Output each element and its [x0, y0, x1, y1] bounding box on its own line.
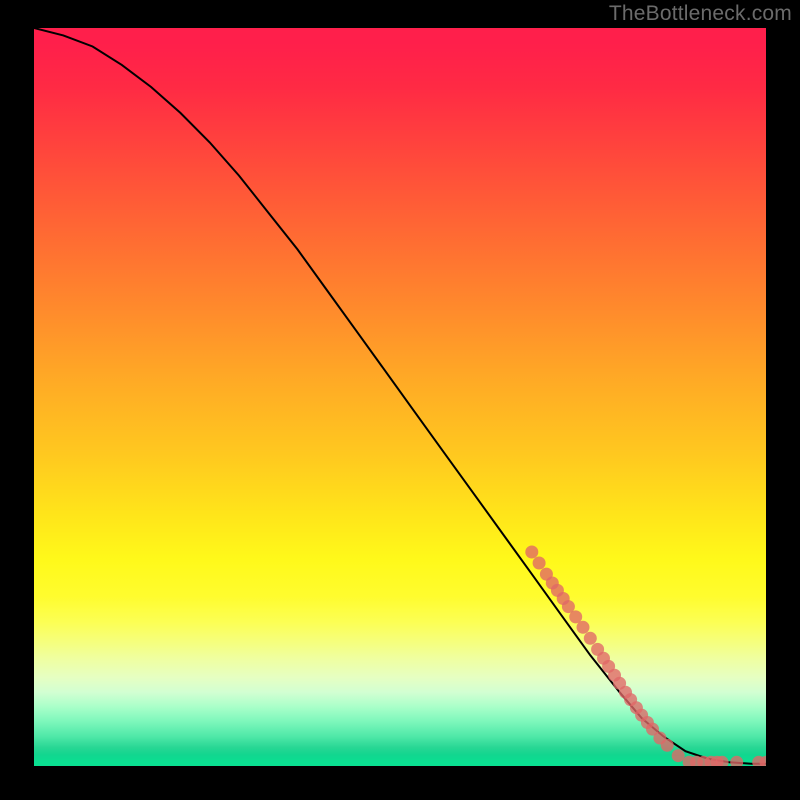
- data-point: [584, 632, 597, 645]
- data-point: [577, 621, 590, 634]
- data-point: [661, 739, 674, 752]
- chart-frame: TheBottleneck.com: [0, 0, 800, 800]
- plot-area: [34, 28, 766, 766]
- data-point: [533, 557, 546, 570]
- data-points-group: [525, 546, 766, 767]
- watermark-label: TheBottleneck.com: [609, 2, 792, 26]
- bottleneck-curve: [34, 28, 766, 764]
- data-point: [672, 749, 685, 762]
- data-point: [730, 756, 743, 766]
- data-point: [525, 546, 538, 559]
- chart-overlay: [34, 28, 766, 766]
